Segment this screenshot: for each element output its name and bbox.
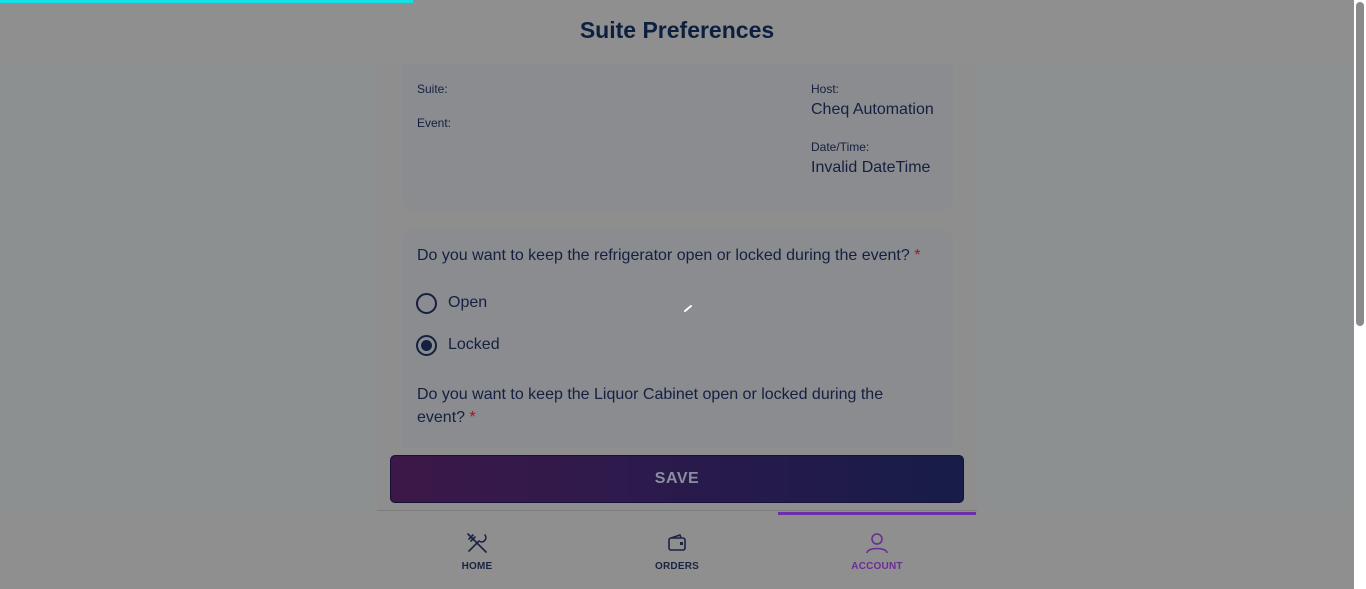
- required-mark: *: [469, 409, 476, 426]
- nav-orders[interactable]: ORDERS: [577, 511, 777, 589]
- wallet-icon: [668, 534, 686, 551]
- event-label: Event:: [417, 116, 452, 130]
- suite-label: Suite:: [417, 82, 448, 96]
- host-value: Cheq Automation: [811, 101, 934, 118]
- radio-locked-label[interactable]: Locked: [448, 336, 500, 354]
- radio-open-label[interactable]: Open: [448, 294, 487, 312]
- datetime-label: Date/Time:: [811, 140, 870, 154]
- nav-account[interactable]: ACCOUNT: [777, 511, 977, 589]
- loading-spinner-icon: [684, 305, 692, 312]
- required-mark: *: [914, 247, 921, 264]
- datetime-value: Invalid DateTime: [811, 159, 931, 176]
- nav-home[interactable]: HOME: [377, 511, 577, 589]
- save-button[interactable]: SAVE: [390, 455, 964, 503]
- liquor-cabinet-question: Do you want to keep the Liquor Cabinet o…: [417, 383, 917, 429]
- nav-orders-label: ORDERS: [655, 561, 699, 572]
- host-label: Host:: [811, 82, 840, 96]
- nav-home-label: HOME: [461, 561, 493, 572]
- refrigerator-question-text: Do you want to keep the refrigerator ope…: [417, 247, 910, 264]
- scrollbar-thumb[interactable]: [1356, 2, 1364, 326]
- radio-open[interactable]: [416, 293, 437, 314]
- loading-progress-bar: [0, 0, 413, 3]
- radio-locked[interactable]: [416, 335, 437, 356]
- user-icon: [866, 533, 888, 554]
- utensils-icon: [467, 533, 487, 553]
- liquor-cabinet-question-text: Do you want to keep the Liquor Cabinet o…: [417, 386, 884, 426]
- right-backdrop: [977, 64, 1354, 510]
- page-title: Suite Preferences: [579, 17, 775, 43]
- suite-info-card: [402, 64, 953, 211]
- radio-selected-dot: [421, 340, 432, 351]
- left-backdrop: [0, 64, 377, 510]
- nav-account-label: ACCOUNT: [851, 561, 903, 572]
- refrigerator-question: Do you want to keep the refrigerator ope…: [417, 244, 937, 267]
